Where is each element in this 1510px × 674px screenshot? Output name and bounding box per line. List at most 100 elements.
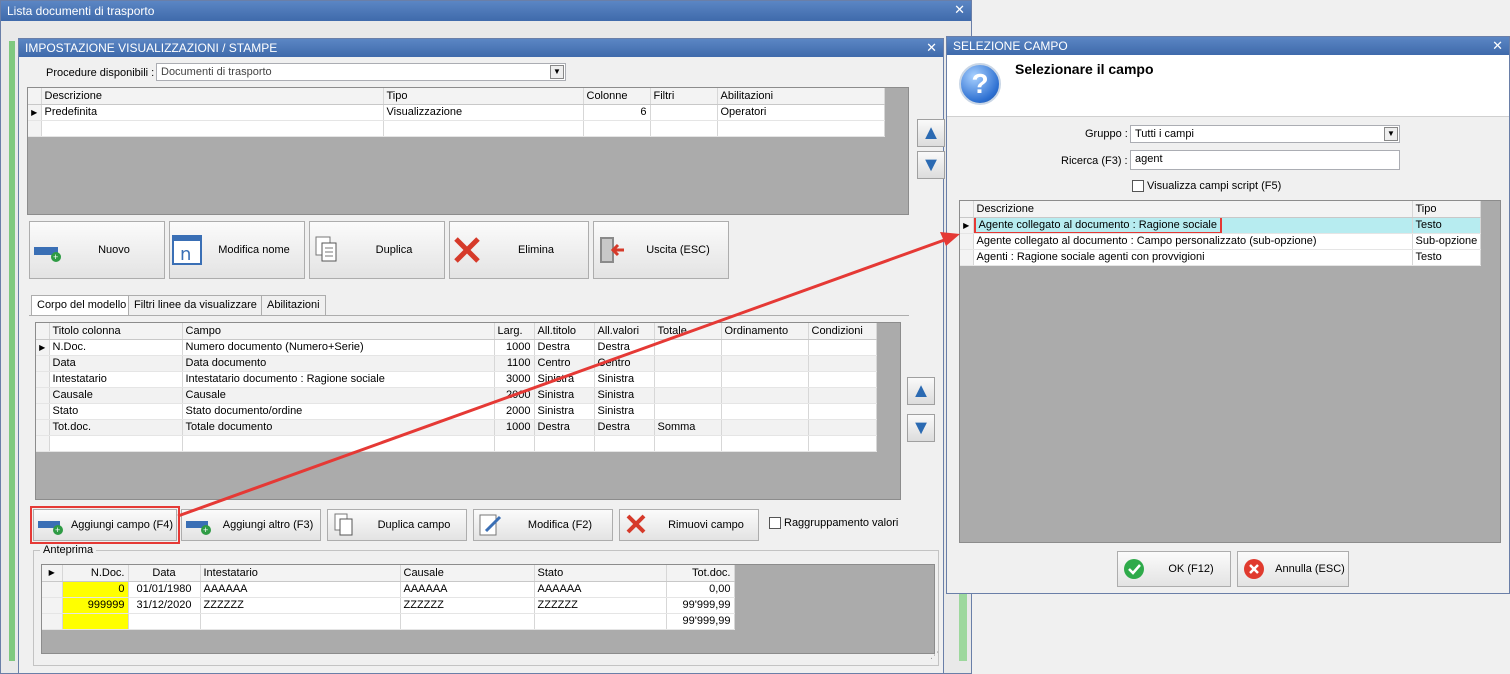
cell[interactable]: Sinistra: [594, 403, 655, 420]
uscita-button[interactable]: Uscita (ESC): [593, 221, 729, 279]
duplica-campo-button[interactable]: Duplica campo: [327, 509, 467, 541]
cell[interactable]: 1000: [494, 339, 535, 356]
col-header[interactable]: Descrizione: [973, 201, 1413, 218]
col-header[interactable]: Larg.: [494, 323, 535, 340]
cell[interactable]: [182, 435, 495, 452]
close-icon[interactable]: ✕: [1492, 38, 1503, 54]
cell[interactable]: Stato: [49, 403, 183, 420]
cell[interactable]: Centro: [594, 355, 655, 372]
close-icon[interactable]: ✕: [926, 40, 937, 56]
cell[interactable]: Agente collegato al documento : Ragione …: [973, 217, 1413, 234]
column-move-down-button[interactable]: ▼: [907, 414, 935, 442]
rimuovi-campo-button[interactable]: Rimuovi campo: [619, 509, 759, 541]
cell[interactable]: Destra: [534, 339, 595, 356]
cell[interactable]: Centro: [534, 355, 595, 372]
col-header[interactable]: Totale: [654, 323, 722, 340]
gruppo-select[interactable]: Tutti i campi ▼: [1130, 125, 1400, 143]
table-row[interactable]: Causale Causale 2000 Sinistra Sinistra: [36, 387, 877, 404]
cell[interactable]: Sub-opzione: [1412, 233, 1481, 250]
modifica-nome-button[interactable]: n Modifica nome: [169, 221, 305, 279]
table-row[interactable]: Stato Stato documento/ordine 2000 Sinistra S…: [36, 403, 877, 420]
cell[interactable]: Visualizzazione: [383, 104, 584, 121]
cell[interactable]: Sinistra: [594, 371, 655, 388]
duplica-button[interactable]: Duplica: [309, 221, 445, 279]
tab-abilitazioni[interactable]: Abilitazioni: [261, 295, 326, 315]
visualizza-script-checkbox[interactable]: Visualizza campi script (F5): [1132, 180, 1281, 193]
col-header[interactable]: Colonne: [583, 88, 651, 105]
table-row[interactable]: [28, 120, 885, 137]
elimina-button[interactable]: Elimina: [449, 221, 589, 279]
cell[interactable]: [721, 371, 809, 388]
cell[interactable]: [808, 387, 877, 404]
cell[interactable]: 2000: [494, 403, 535, 420]
cell[interactable]: [721, 419, 809, 436]
table-row[interactable]: Intestatario Intestatario documento : Rag…: [36, 371, 877, 388]
cell[interactable]: Testo: [1412, 217, 1481, 234]
table-row-selected[interactable]: ▶ Agente collegato al documento : Ragion…: [960, 217, 1481, 234]
column-move-up-button[interactable]: ▲: [907, 377, 935, 405]
raggruppamento-checkbox[interactable]: Raggruppamento valori: [769, 517, 898, 530]
table-row[interactable]: ▶ N.Doc. Numero documento (Numero+Serie) 10…: [36, 339, 877, 356]
cell[interactable]: N.Doc.: [49, 339, 183, 356]
cell[interactable]: Sinistra: [534, 371, 595, 388]
col-header[interactable]: Condizioni: [808, 323, 877, 340]
col-header[interactable]: All.valori: [594, 323, 655, 340]
cell[interactable]: Data documento: [182, 355, 495, 372]
cell[interactable]: Destra: [594, 419, 655, 436]
chevron-down-icon[interactable]: ▼: [550, 65, 564, 79]
cell[interactable]: Predefinita: [41, 104, 384, 121]
table-row[interactable]: ▶ Predefinita Visualizzazione 6 Operator…: [28, 104, 885, 121]
modifica-button[interactable]: Modifica (F2): [473, 509, 613, 541]
cell[interactable]: 3000: [494, 371, 535, 388]
tab-corpo-del-modello[interactable]: Corpo del modello: [31, 295, 133, 315]
procedure-select[interactable]: Documenti di trasporto ▼: [156, 63, 566, 81]
cell[interactable]: Sinistra: [534, 403, 595, 420]
cell[interactable]: Operatori: [717, 104, 885, 121]
cell[interactable]: 1100: [494, 355, 535, 372]
cell[interactable]: Causale: [182, 387, 495, 404]
cell[interactable]: [49, 435, 183, 452]
cell[interactable]: Intestatario: [49, 371, 183, 388]
cell[interactable]: Tot.doc.: [49, 419, 183, 436]
cell[interactable]: [494, 435, 535, 452]
table-row[interactable]: Agenti : Ragione sociale agenti con prov…: [960, 249, 1481, 266]
cell[interactable]: Somma: [654, 419, 722, 436]
aggiungi-campo-button[interactable]: + Aggiungi campo (F4): [30, 506, 180, 544]
ok-button[interactable]: OK (F12): [1117, 551, 1231, 587]
cell[interactable]: Sinistra: [594, 387, 655, 404]
cell[interactable]: [808, 371, 877, 388]
cell[interactable]: [654, 403, 722, 420]
checkbox-box[interactable]: [769, 517, 781, 530]
annulla-button[interactable]: Annulla (ESC): [1237, 551, 1349, 587]
cell[interactable]: [654, 355, 722, 372]
move-down-button[interactable]: ▼: [917, 151, 945, 179]
table-row[interactable]: Tot.doc. Totale documento 1000 Destra Destra…: [36, 419, 877, 436]
cell[interactable]: Destra: [594, 339, 655, 356]
cell[interactable]: [583, 120, 651, 137]
cell[interactable]: 6: [583, 104, 651, 121]
cell[interactable]: Intestatario documento : Ragione sociale: [182, 371, 495, 388]
table-row[interactable]: Agente collegato al documento : Campo pe…: [960, 233, 1481, 250]
cell[interactable]: [721, 435, 809, 452]
col-header[interactable]: Ordinamento: [721, 323, 809, 340]
table-row[interactable]: [36, 435, 877, 452]
cell[interactable]: [650, 120, 718, 137]
cell[interactable]: [41, 120, 384, 137]
cell[interactable]: [721, 403, 809, 420]
cell[interactable]: [808, 355, 877, 372]
cell[interactable]: Sinistra: [534, 387, 595, 404]
cell[interactable]: [654, 435, 722, 452]
cell[interactable]: [383, 120, 584, 137]
cell[interactable]: Totale documento: [182, 419, 495, 436]
cell[interactable]: Data: [49, 355, 183, 372]
ricerca-input[interactable]: agent: [1130, 150, 1400, 170]
cell[interactable]: Testo: [1412, 249, 1481, 266]
cell[interactable]: Causale: [49, 387, 183, 404]
tab-filtri-linee[interactable]: Filtri linee da visualizzare: [128, 295, 263, 315]
aggiungi-altro-button[interactable]: + Aggiungi altro (F3): [181, 509, 321, 541]
cell[interactable]: 1000: [494, 419, 535, 436]
cell[interactable]: Stato documento/ordine: [182, 403, 495, 420]
nuovo-button[interactable]: + Nuovo: [29, 221, 165, 279]
col-header[interactable]: All.titolo: [534, 323, 595, 340]
cell[interactable]: [808, 419, 877, 436]
